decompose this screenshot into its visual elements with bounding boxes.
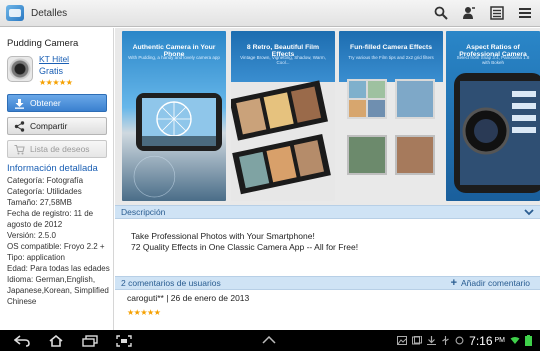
menu-icon[interactable] <box>518 6 532 20</box>
developer-link[interactable]: KT Hitel <box>39 54 69 64</box>
battery-icon <box>525 335 532 346</box>
clock-ampm: PM <box>494 337 506 344</box>
action-bar-actions <box>434 6 532 20</box>
details-list: Categoría: Fotografía Categoría: Utilida… <box>7 175 111 307</box>
wishlist-button-label: Lista de deseos <box>30 144 90 154</box>
comments-count-label: 2 comentarios de usuarios <box>121 278 221 288</box>
gallery-notification-icon <box>412 336 423 345</box>
detail-item: Edad: Para todas las edades <box>7 264 110 273</box>
ferris-wheel-phone-image <box>133 93 222 198</box>
app-thumbnail <box>7 56 33 82</box>
share-icon <box>14 120 25 132</box>
detail-item: Categoría: Fotografía <box>7 176 84 185</box>
account-icon[interactable] <box>462 6 476 20</box>
system-bar: 7:16 PM <box>0 330 540 351</box>
recent-apps-icon[interactable] <box>82 334 98 347</box>
detail-item: Tipo: application <box>7 253 65 262</box>
description-header[interactable]: Descripción <box>115 205 540 219</box>
details-main: Authentic Camera in Your Phone With Pudd… <box>115 28 540 330</box>
plus-icon: + <box>450 277 458 289</box>
photo-grid-image <box>347 79 435 175</box>
description-line: 72 Quality Effects in One Classic Camera… <box>131 242 359 252</box>
download-icon <box>15 98 24 109</box>
screenshot-1[interactable]: Authentic Camera in Your Phone With Pudd… <box>122 31 226 201</box>
status-area[interactable]: 7:16 PM <box>397 334 532 348</box>
screenshot-2[interactable]: 8 Retro, Beautiful Film Effects Vintage … <box>231 31 335 201</box>
add-comment-label: Añadir comentario <box>461 278 530 288</box>
share-button[interactable]: Compartir <box>7 117 107 135</box>
share-button-label: Compartir <box>30 121 68 131</box>
store-app-icon[interactable] <box>6 5 24 21</box>
comments-header: 2 comentarios de usuarios + Añadir comen… <box>115 276 540 290</box>
chevron-up-icon[interactable] <box>262 336 276 344</box>
detail-item: Idioma: German,English, Japanese,Korean,… <box>7 275 109 306</box>
app-rating-stars: ★★★★★ <box>39 78 73 87</box>
download-notification-icon <box>427 336 437 345</box>
app-name: Pudding Camera <box>7 38 79 49</box>
app-summary-panel: Pudding Camera KT Hitel Gratis ★★★★★ Obt… <box>0 28 114 330</box>
detail-item: Fecha de registro: 11 de agosto de 2012 <box>7 209 94 229</box>
cart-icon <box>14 144 25 154</box>
download-button-label: Obtener <box>30 98 61 108</box>
page-title: Detalles <box>31 7 68 19</box>
chevron-down-icon[interactable] <box>524 208 534 216</box>
my-apps-icon[interactable] <box>490 6 504 20</box>
camera-phone-image <box>454 73 540 193</box>
action-bar: Detalles <box>0 0 540 27</box>
detail-item: OS compatible: Froyo 2.2 + <box>7 242 105 251</box>
detail-item: Tamaño: 27,58MB <box>7 198 72 207</box>
screenshot-capture-icon[interactable] <box>116 334 132 347</box>
description-line: Take Professional Photos with Your Smart… <box>131 231 315 241</box>
screenshot-3[interactable]: Fun-filled Camera Effects Try various th… <box>339 31 443 201</box>
wishlist-button[interactable]: Lista de deseos <box>7 140 107 158</box>
details-heading: Información detallada <box>7 163 98 174</box>
add-comment-button[interactable]: + Añadir comentario <box>450 277 530 289</box>
detail-item: Versión: 2.5.0 <box>7 231 56 240</box>
photo-notification-icon <box>397 336 408 345</box>
download-button[interactable]: Obtener <box>7 94 107 112</box>
home-icon[interactable] <box>48 334 64 347</box>
sync-icon <box>455 336 464 345</box>
description-label: Descripción <box>121 207 166 217</box>
clock-time: 7:16 <box>469 333 493 348</box>
review-author-date: caroguti** | 26 de enero de 2013 <box>127 293 250 303</box>
detail-item: Categoría: Utilidades <box>7 187 82 196</box>
description-text: Take Professional Photos with Your Smart… <box>131 231 358 253</box>
nav-buttons <box>14 334 132 347</box>
review-stars: ★★★★★ <box>127 308 161 317</box>
usb-icon <box>442 336 449 345</box>
app-price: Gratis <box>39 66 64 76</box>
screenshot-gallery[interactable]: Authentic Camera in Your Phone With Pudd… <box>115 28 540 205</box>
search-icon[interactable] <box>434 6 448 20</box>
wifi-icon <box>510 337 520 344</box>
screenshot-4[interactable]: Aspect Ratios of Professional Camera Sel… <box>446 31 540 201</box>
back-icon[interactable] <box>14 334 30 347</box>
film-strip-image <box>231 80 331 195</box>
